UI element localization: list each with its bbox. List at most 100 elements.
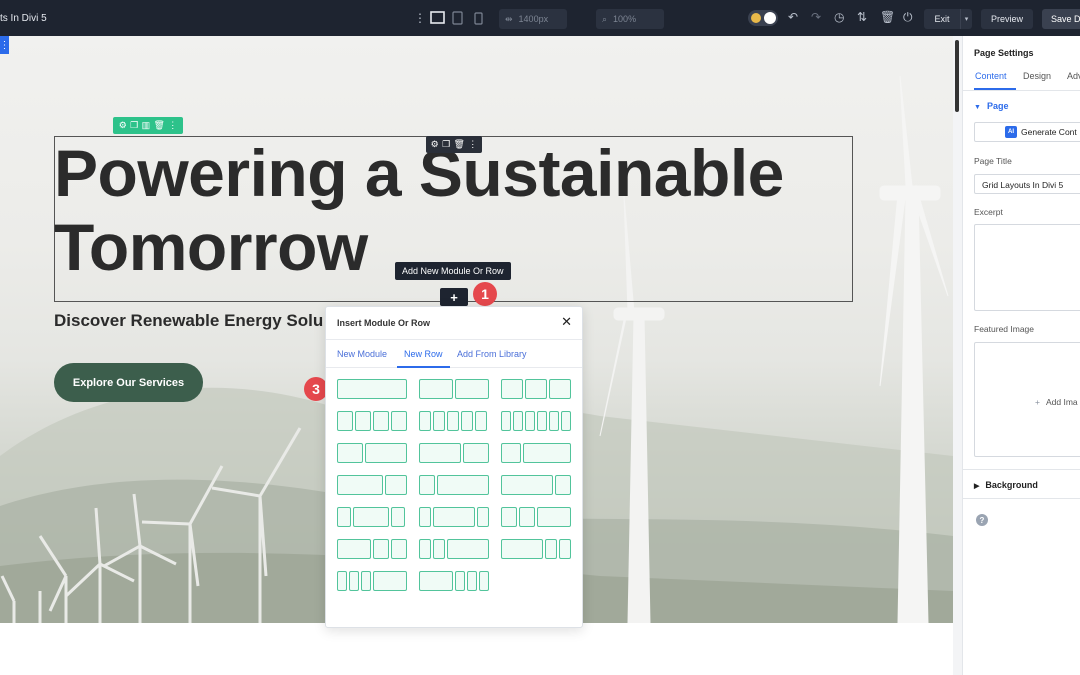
zoom-icon: ⌕: [602, 13, 608, 24]
section-background-label: Background: [985, 480, 1038, 490]
layout-5-col[interactable]: [419, 411, 487, 431]
module-toolbar[interactable]: ⚙ ❐ 🗑 ⋮: [426, 136, 482, 153]
module-settings-icon[interactable]: ⚙: [431, 140, 439, 149]
row-settings-icon[interactable]: ⚙: [119, 121, 127, 130]
section-page-label: Page: [986, 101, 1009, 111]
caret-down-icon: ▼: [974, 104, 981, 111]
layout-6-col[interactable]: [501, 411, 571, 431]
divider: [963, 90, 1080, 91]
tablet-icon[interactable]: [452, 11, 463, 27]
active-tab-indicator: [397, 366, 450, 368]
layout-1-2-1[interactable]: [337, 507, 405, 527]
row-delete-icon[interactable]: 🗑: [153, 121, 164, 130]
generate-content-button[interactable]: AI Generate Cont: [974, 122, 1080, 142]
exit-label: Exit: [934, 14, 950, 24]
layout-2-1[interactable]: [419, 443, 489, 463]
divider: [963, 498, 1080, 499]
phone-icon[interactable]: [474, 12, 483, 27]
undo-icon[interactable]: ↶: [788, 11, 798, 23]
caret-right-icon: ▶: [974, 483, 980, 490]
layout-1-2[interactable]: [337, 443, 407, 463]
layout-2-1-1[interactable]: [337, 539, 407, 559]
hero-subheading[interactable]: Discover Renewable Energy Solu: [54, 311, 323, 331]
module-duplicate-icon[interactable]: ❐: [442, 140, 450, 149]
save-button[interactable]: Save D: [1042, 9, 1080, 29]
zoom-input[interactable]: ⌕ 100%: [596, 9, 664, 29]
plus-icon: +: [1035, 397, 1040, 407]
row-columns-icon[interactable]: ▥: [142, 121, 151, 130]
layout-1-4[interactable]: [419, 475, 489, 495]
layout-1-1-3[interactable]: [419, 539, 489, 559]
layout-4-col[interactable]: [337, 411, 407, 431]
tab-add-from-library[interactable]: Add From Library: [457, 349, 527, 359]
section-page-toggle[interactable]: ▼ Page: [974, 101, 1008, 111]
history-icon[interactable]: ◷: [834, 11, 844, 23]
row-toolbar[interactable]: ⚙ ❐ ▥ 🗑 ⋮: [113, 117, 183, 134]
row-duplicate-icon[interactable]: ❐: [130, 121, 138, 130]
power-icon[interactable]: ⏻: [903, 11, 913, 23]
module-more-icon[interactable]: ⋮: [468, 140, 477, 149]
divider: [963, 469, 1080, 470]
toggle-knob: [764, 12, 776, 24]
layout-1-1-1-3[interactable]: [337, 571, 407, 591]
section-background-toggle[interactable]: ▶ Background: [974, 480, 1038, 490]
layout-1-1-2[interactable]: [501, 507, 571, 527]
width-icon: ⇹: [505, 13, 513, 24]
sort-icon[interactable]: ⇅: [857, 11, 867, 23]
tab-content[interactable]: Content: [975, 71, 1007, 81]
page-title-label: Page Title: [974, 156, 1012, 166]
redo-icon[interactable]: ↷: [811, 11, 821, 23]
scrollbar-thumb[interactable]: [955, 40, 959, 112]
generate-content-label: Generate Cont: [1021, 127, 1077, 137]
insert-module-popup: Insert Module Or Row ✕ New Module New Ro…: [325, 306, 583, 628]
row-more-icon[interactable]: ⋮: [168, 121, 177, 130]
layout-3-1-1-1[interactable]: [419, 571, 489, 591]
layout-1-col[interactable]: [337, 379, 407, 399]
layout-1-3[interactable]: [501, 443, 571, 463]
layout-1-3-1[interactable]: [419, 507, 489, 527]
featured-image-label: Featured Image: [974, 324, 1035, 334]
tab-advanced[interactable]: Adv: [1067, 71, 1080, 81]
save-label: Save D: [1051, 14, 1080, 24]
plus-icon: +: [450, 289, 458, 305]
canvas-scrollbar[interactable]: [953, 36, 962, 675]
builder-canvas: ⋮ ⚙ ❐ ▥ 🗑 ⋮ Powering a Sustainable Tomor…: [0, 36, 953, 675]
section-settings-handle[interactable]: ⋮: [0, 36, 10, 54]
tab-new-row[interactable]: New Row: [404, 349, 443, 359]
exit-button[interactable]: Exit: [924, 9, 960, 29]
page-title-input[interactable]: Grid Layouts In Divi 5: [974, 174, 1080, 194]
add-module-button[interactable]: +: [440, 288, 468, 306]
add-image-label: Add Ima: [1045, 397, 1078, 407]
trash-icon[interactable]: 🗑: [880, 11, 895, 23]
close-icon[interactable]: ✕: [561, 314, 572, 330]
width-value: 1400px: [518, 14, 549, 24]
theme-toggle[interactable]: [748, 10, 778, 26]
desktop-icon[interactable]: [430, 11, 445, 26]
add-module-tooltip: Add New Module Or Row: [395, 262, 511, 280]
top-toolbar: ts In Divi 5 ⋮ ⇹ 1400px ⌕ 100% ↶ ↷ ◷ ⇅ 🗑…: [0, 0, 1080, 36]
tab-new-module[interactable]: New Module: [337, 349, 387, 359]
drag-handle-icon[interactable]: ⋮: [414, 12, 426, 24]
sun-icon: [751, 13, 761, 23]
layout-3-1[interactable]: [337, 475, 407, 495]
featured-image-dropzone[interactable]: + Add Ima: [974, 342, 1080, 457]
width-input[interactable]: ⇹ 1400px: [499, 9, 567, 29]
layout-3-col[interactable]: [501, 379, 571, 399]
step-badge-1: 1: [473, 282, 497, 306]
page-settings-panel: Page Settings Content Design Adv ▼ Page A…: [962, 36, 1080, 675]
page-title: ts In Divi 5: [0, 13, 47, 24]
excerpt-label: Excerpt: [974, 207, 1003, 217]
explore-services-button[interactable]: Explore Our Services: [54, 363, 203, 402]
layout-2-col[interactable]: [419, 379, 489, 399]
ai-icon: AI: [1005, 126, 1017, 138]
tab-design[interactable]: Design: [1023, 71, 1051, 81]
excerpt-textarea[interactable]: [974, 224, 1080, 311]
layout-3-1-1[interactable]: [501, 539, 571, 559]
layout-4-1[interactable]: [501, 475, 571, 495]
popup-title: Insert Module Or Row: [337, 318, 431, 328]
preview-button[interactable]: Preview: [981, 9, 1033, 29]
module-delete-icon[interactable]: 🗑: [454, 140, 465, 149]
add-image-button[interactable]: + Add Ima: [1035, 397, 1078, 407]
exit-dropdown-icon[interactable]: ▾: [960, 9, 972, 29]
help-icon[interactable]: ?: [976, 514, 988, 526]
